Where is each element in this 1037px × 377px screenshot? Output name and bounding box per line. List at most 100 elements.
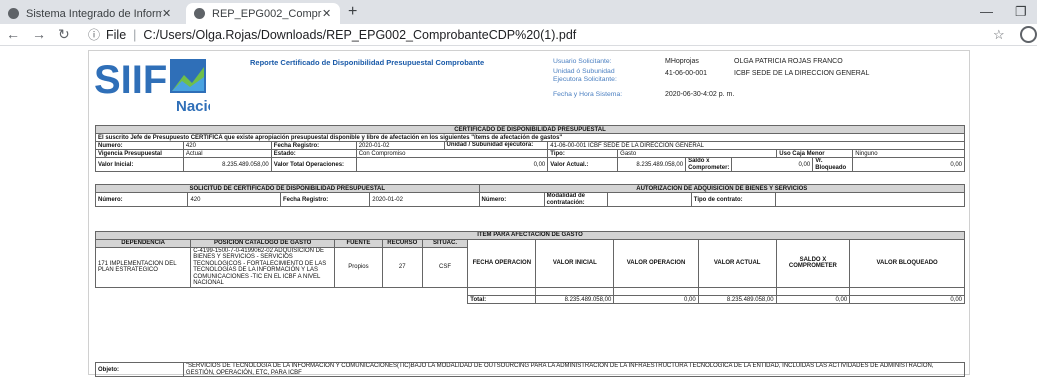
uso-caja-value: Ninguno <box>852 149 965 158</box>
browser-toolbar: ← → ↻ ⓘ File | C:/Users/Olga.Rojas/Downl… <box>0 24 1037 46</box>
total-valor-actual: 8.235.489.058,00 <box>697 295 777 305</box>
restore-button[interactable]: ❐ <box>1015 4 1027 20</box>
col-fecha-operacion: FECHA OPERACION <box>467 238 537 289</box>
col-recurso: RECURSO <box>381 238 423 248</box>
fecha-registro-label: Fecha Registro: <box>270 141 357 150</box>
items-table: ITEM PARA AFECTACION DE GASTO DEPENDENCI… <box>94 209 965 305</box>
saldo-value: 0,00 <box>731 156 814 173</box>
valor-total-op-value: 0,00 <box>355 156 549 173</box>
url-separator: | <box>133 27 137 42</box>
solicitud-table: SOLICITUD DE CERTIFICADO DE DISPONIBILID… <box>94 184 966 208</box>
unidad-codigo: 41-06-00-001 <box>665 70 708 77</box>
col-valor-actual: VALOR ACTUAL <box>697 238 777 289</box>
tab-bar: Sistema Integrado de Informació ✕ REP_EP… <box>0 0 1037 24</box>
row-situac: CSF <box>421 246 469 289</box>
reload-icon[interactable]: ↻ <box>58 26 70 43</box>
total-saldo: 0,00 <box>775 295 851 305</box>
cdp-title: CERTIFICADO DE DISPONIBILIDAD PRESUPUEST… <box>95 125 965 134</box>
usuario-id: MHoprojas <box>665 58 699 65</box>
certifica-text: El suscrito Jefe de Presupuesto CERTIFIC… <box>95 133 965 142</box>
siif-nacion-logo: SIIF Nación <box>92 55 226 115</box>
pdf-viewer: SIIF Nación Reporte Certificado de Dispo… <box>0 46 1037 377</box>
tab-comprobante[interactable]: REP_EPG002_ComprobanteCDP ✕ <box>186 3 340 24</box>
total-bloqueado: 0,00 <box>849 295 965 305</box>
uso-caja-label: Uso Caja Menor <box>776 149 854 158</box>
close-icon[interactable]: ✕ <box>162 7 174 20</box>
tab-label: Sistema Integrado de Informació <box>26 7 162 20</box>
solicitud-title: SOLICITUD DE CERTIFICADO DE DISPONIBILID… <box>95 184 480 193</box>
close-icon[interactable]: ✕ <box>322 7 334 20</box>
col-saldo-comprometer: SALDO X COMPROMETER <box>775 238 851 289</box>
valor-total-op-label: Valor Total Operaciones: <box>270 156 357 173</box>
fecha-registro-value: 2020-01-02 <box>355 141 445 150</box>
saldo-label: Saldo x Comprometer: <box>685 156 733 173</box>
back-icon[interactable]: ← <box>6 26 20 42</box>
total-valor-inicial: 8.235.489.058,00 <box>535 295 615 305</box>
numero-value: 420 <box>182 141 272 150</box>
col-situac: SITUAC. <box>421 238 469 248</box>
valor-inicial-value: 8.235.489.058,00 <box>182 156 272 173</box>
row-recurso: 27 <box>381 246 423 289</box>
fecha-sistema-label: Fecha y Hora Sistema: <box>553 91 623 98</box>
tab-siif[interactable]: Sistema Integrado de Informació ✕ <box>0 3 180 24</box>
solicitud-fecha-label: Fecha Registro: <box>279 191 371 208</box>
unidad-ejecutora-label: Unidad / Subunidad ejecutora: <box>443 141 549 150</box>
unidad-label-2: Ejecutora Solicitante: <box>553 76 617 83</box>
minimize-button[interactable]: — <box>980 4 993 19</box>
address-bar[interactable]: ⓘ File | C:/Users/Olga.Rojas/Downloads/R… <box>88 25 576 44</box>
items-spacer <box>96 209 965 231</box>
solicitud-numero-value: 420 <box>187 191 281 208</box>
vr-bloqueado-value: 0,00 <box>852 156 965 173</box>
col-posicion: POSICION CATALOGO DE GASTO <box>190 238 336 248</box>
col-fuente: FUENTE <box>334 238 383 248</box>
pdf-page: SIIF Nación Reporte Certificado de Dispo… <box>88 50 970 377</box>
autorizacion-title: AUTORIZACION DE ADQUISICION DE BIENES Y … <box>478 184 966 193</box>
globe-icon <box>8 8 19 19</box>
col-dependencia: DEPENDENCIA <box>94 238 192 248</box>
tipo-contrato-label: Tipo de contrato: <box>690 191 776 208</box>
modalidad-label: Modalidad de contratación: <box>543 191 608 208</box>
profile-icon[interactable] <box>1020 26 1037 43</box>
logo-siif-text: SIIF <box>94 58 167 102</box>
unidad-label-1: Unidad ó Subunidad <box>553 68 615 75</box>
unidad-nombre: ICBF SEDE DE LA DIRECCION GENERAL <box>734 70 870 77</box>
vigencia-value: Actual <box>182 149 272 158</box>
col-valor-inicial: VALOR INICIAL <box>535 238 615 289</box>
col-valor-operacion: VALOR OPERACION <box>613 238 699 289</box>
report-title: Reporte Certificado de Disponibilidad Pr… <box>250 58 485 67</box>
tipo-label: Tipo: <box>547 149 619 158</box>
row-fuente: Propios <box>334 246 383 289</box>
forward-icon[interactable]: → <box>32 26 46 42</box>
modalidad-value <box>606 191 692 208</box>
estado-label: Estado: <box>270 149 357 158</box>
globe-icon <box>194 8 205 19</box>
fecha-sistema-value: 2020-06-30-4:02 p. m. <box>665 91 735 98</box>
total-valor-operacion: 0,00 <box>613 295 699 305</box>
numero-label: Numero: <box>95 141 184 150</box>
solicitud-fecha-value: 2020-01-02 <box>369 191 480 208</box>
tipo-contrato-value <box>774 191 966 208</box>
bookmark-star-icon[interactable]: ☆ <box>993 27 1005 43</box>
autorizacion-numero-label: Número: <box>478 191 545 208</box>
valor-inicial-label: Valor Inicial: <box>95 156 184 173</box>
cdp-table: CERTIFICADO DE DISPONIBILIDAD PRESUPUEST… <box>95 125 965 173</box>
info-icon[interactable]: ⓘ <box>88 26 100 43</box>
vigencia-label: Vigencia Presupuestal <box>95 149 184 158</box>
col-valor-bloqueado: VALOR BLOQUEADO <box>849 238 965 289</box>
valor-actual-value: 8.235.489.058,00 <box>617 156 687 173</box>
vr-bloqueado-label: Vr. Bloqueado <box>812 156 854 173</box>
row-dependencia: 171 IMPLEMENTACION DEL PLAN ESTRATEGICO <box>94 246 192 289</box>
total-label: Total: <box>467 295 537 305</box>
valor-actual-label: Valor Actual.: <box>547 156 619 173</box>
estado-value: Con Compromiso <box>355 149 549 158</box>
unidad-ejecutora-value: 41-06-00-001 ICBF SEDE DE LA DIRECCION G… <box>547 141 965 150</box>
usuario-label: Usuario Solicitante: <box>553 58 612 65</box>
solicitud-numero-label: Número: <box>94 191 189 208</box>
url-text[interactable]: C:/Users/Olga.Rojas/Downloads/REP_EPG002… <box>143 28 576 42</box>
new-tab-button[interactable]: + <box>348 3 357 21</box>
url-scheme: File <box>106 27 127 42</box>
tipo-value: Gasto <box>617 149 778 158</box>
items-title: ITEM PARA AFECTACION DE GASTO <box>95 230 965 240</box>
logo-nacion-text: Nación <box>176 98 210 113</box>
tab-label: REP_EPG002_ComprobanteCDP <box>212 7 322 20</box>
